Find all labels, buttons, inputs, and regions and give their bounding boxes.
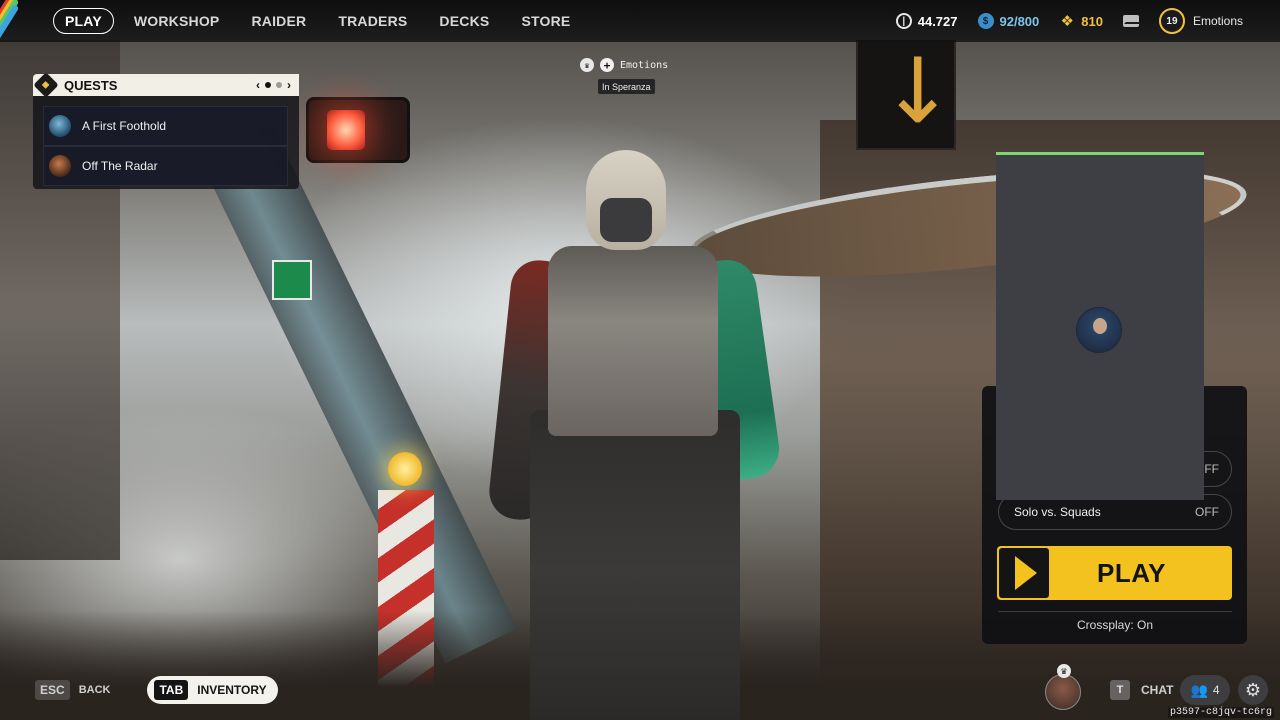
play-panel-divider xyxy=(998,611,1232,612)
inventory-button[interactable]: TAB INVENTORY xyxy=(147,676,278,704)
location-tag: In Speranza xyxy=(598,79,655,94)
pager-dot-active xyxy=(265,82,271,88)
red-warning-lamp xyxy=(306,97,410,163)
player-character xyxy=(486,150,783,720)
blue-currency-amount: 92/800 xyxy=(999,13,1040,29)
blue-token-icon: $ xyxy=(977,13,994,29)
nav-tab-decks[interactable]: DECKS xyxy=(427,9,501,33)
quests-pager: ‹ › xyxy=(256,78,291,92)
bottom-left-controls: ESC BACK TAB INVENTORY xyxy=(35,676,278,704)
quests-panel: ◆ QUESTS ‹ › A First Foothold Off The Ra… xyxy=(33,72,299,189)
session-id: p3597-c8jqv-tc6rg xyxy=(1167,707,1274,718)
brand-stripes-icon xyxy=(0,0,48,57)
nav-tab-store[interactable]: STORE xyxy=(509,9,582,33)
top-navigation-bar: PLAY WORKSHOP RAIDER TRADERS DECKS STORE… xyxy=(0,0,1280,57)
quests-header: ◆ QUESTS ‹ › xyxy=(33,72,299,98)
exit-sign xyxy=(272,260,312,300)
player-level-badge: 19 xyxy=(1158,8,1185,34)
yellow-beacon xyxy=(388,452,422,486)
player-nameplate: ♛ + Emotions xyxy=(580,58,668,72)
squad-member-avatar xyxy=(1076,307,1122,353)
quest-list: A First Foothold Off The Radar xyxy=(33,96,299,189)
nameplate-player-name: Emotions xyxy=(620,59,669,71)
diagonal-girder xyxy=(200,124,518,664)
chat-keycap: T xyxy=(1110,680,1130,700)
player-name: Emotions xyxy=(1192,14,1243,28)
gold-currency-amount: 810 xyxy=(1081,13,1103,29)
nav-tab-workshop[interactable]: WORKSHOP xyxy=(122,9,232,33)
play-button-label: PLAY xyxy=(1097,557,1166,588)
quests-title: QUESTS xyxy=(64,77,118,93)
coins-icon: | xyxy=(895,13,912,29)
chat-button[interactable]: CHAT xyxy=(1141,683,1173,697)
quest-label: A First Foothold xyxy=(82,119,167,133)
squad-member-card[interactable] xyxy=(996,152,1204,500)
character-torso xyxy=(548,246,718,436)
add-friend-icon[interactable]: + xyxy=(600,58,614,72)
quest-diamond-icon: ◆ xyxy=(33,72,59,98)
party-button[interactable]: 👥 4 xyxy=(1180,675,1230,705)
inventory-label: INVENTORY xyxy=(197,683,267,697)
tab-keycap: TAB xyxy=(154,680,189,700)
esc-keycap: ESC xyxy=(35,680,70,700)
quest-giver-avatar xyxy=(49,155,71,177)
chevron-right-icon[interactable]: › xyxy=(287,78,291,92)
play-button[interactable]: PLAY xyxy=(997,546,1232,600)
pager-dot xyxy=(276,82,282,88)
arrow-sign xyxy=(856,40,956,150)
character-apron xyxy=(530,410,740,720)
play-chevron-icon xyxy=(999,548,1049,598)
quest-giver-avatar xyxy=(49,115,71,137)
crown-icon: ♛ xyxy=(580,58,594,72)
party-count: 4 xyxy=(1212,683,1220,697)
gear-icon: ⚙ xyxy=(1244,679,1262,700)
nav-tab-raider[interactable]: RAIDER xyxy=(239,9,318,33)
currency-bar: | 44.727 $ 92/800 ❖ 810 19 Emotions xyxy=(895,0,1280,42)
quest-item-first-foothold[interactable]: A First Foothold xyxy=(43,106,288,146)
player-profile[interactable]: 19 Emotions xyxy=(1158,8,1243,34)
player-avatar[interactable] xyxy=(1045,674,1081,710)
gold-token-icon: ❖ xyxy=(1060,13,1074,30)
main-nav: PLAY WORKSHOP RAIDER TRADERS DECKS STORE xyxy=(53,8,590,34)
coins-amount: 44.727 xyxy=(917,13,958,29)
quest-label: Off The Radar xyxy=(82,159,158,173)
settings-button[interactable]: ⚙ xyxy=(1238,675,1268,705)
crossplay-status: Crossplay: On xyxy=(1076,618,1154,632)
nav-tab-traders[interactable]: TRADERS xyxy=(326,9,419,33)
quest-item-off-the-radar[interactable]: Off The Radar xyxy=(43,146,288,186)
option-state: OFF xyxy=(1195,505,1219,519)
back-button[interactable]: BACK xyxy=(79,684,111,696)
character-gas-mask xyxy=(600,198,652,242)
chevron-left-icon[interactable]: ‹ xyxy=(256,78,260,92)
coins-currency[interactable]: | 44.727 xyxy=(895,13,958,29)
crown-icon: ♛ xyxy=(1057,664,1071,678)
mail-icon[interactable] xyxy=(1122,15,1139,27)
people-icon: 👥 xyxy=(1190,681,1208,698)
gold-currency[interactable]: ❖ 810 xyxy=(1059,13,1103,30)
option-label: Solo vs. Squads xyxy=(1014,505,1101,519)
blue-currency[interactable]: $ 92/800 xyxy=(977,13,1040,29)
nav-tab-play[interactable]: PLAY xyxy=(53,8,114,34)
